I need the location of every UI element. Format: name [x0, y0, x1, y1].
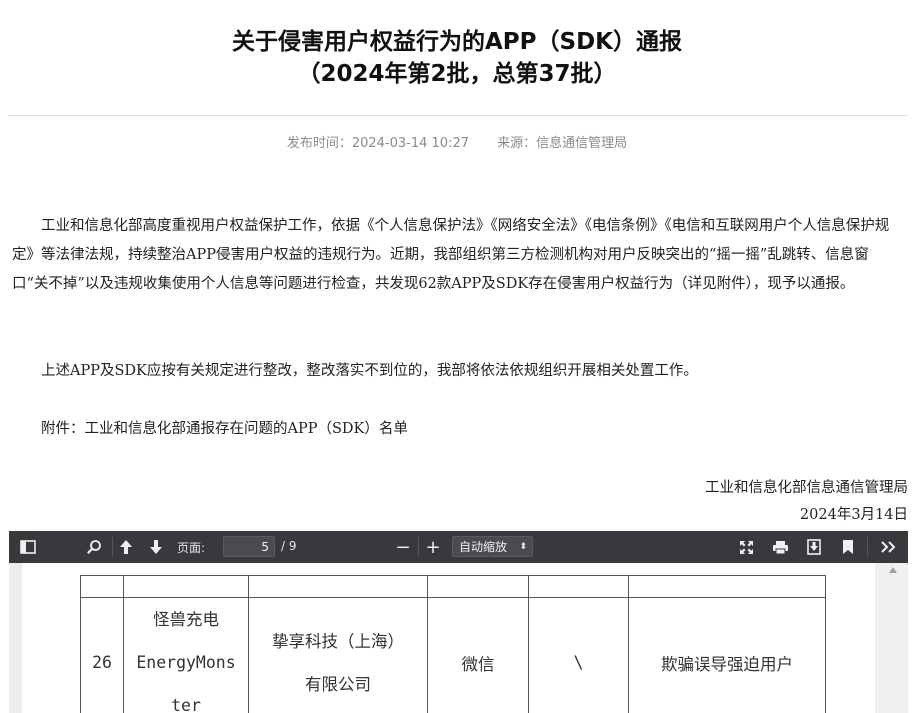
attachment-link[interactable]: 附件：工业和信息化部通报存在问题的APP（SDK）名单 [12, 415, 904, 444]
row-index: 26 [80, 597, 124, 713]
arrow-up-icon[interactable] [113, 531, 139, 563]
print-icon[interactable] [767, 531, 793, 563]
bookmark-icon[interactable] [835, 531, 861, 563]
zoom-out-button[interactable]: − [391, 531, 415, 563]
vertical-scrollbar[interactable] [875, 563, 908, 713]
developer-cell: 挚享科技（上海） 有限公司 [248, 597, 428, 713]
platform-cell: 微信 [427, 597, 529, 713]
toolbar-separator [867, 537, 868, 557]
arrow-down-icon[interactable] [143, 531, 169, 563]
page-title: 关于侵害用户权益行为的APP（SDK）通报 （2024年第2批，总第37批） [0, 26, 914, 90]
signature-org: 工业和信息化部信息通信管理局 [705, 480, 908, 496]
version-cell: \ [528, 597, 629, 713]
developer-line: 挚享科技（上海） [272, 631, 404, 651]
page-number-input[interactable]: 5 [223, 536, 275, 557]
sidebar-toggle-icon[interactable] [15, 531, 41, 563]
table-row-previous [80, 575, 826, 598]
app-list-table: 26 怪兽充电 EnergyMons ter 挚享科技（上海） 有限公司 微信 … [80, 575, 826, 713]
app-name-line: EnergyMons [136, 653, 236, 672]
zoom-in-button[interactable]: + [421, 531, 445, 563]
more-tools-icon[interactable] [875, 531, 901, 563]
article-meta: 发布时间：2024-03-14 10:27 来源：信息通信管理局 [0, 132, 914, 151]
issue-cell: 欺骗误导强迫用户 [628, 597, 826, 713]
title-line-2: （2024年第2批，总第37批） [297, 61, 617, 87]
table-row: 26 怪兽充电 EnergyMons ter 挚享科技（上海） 有限公司 微信 … [80, 597, 826, 713]
app-name-cell: 怪兽充电 EnergyMons ter [123, 597, 249, 713]
app-name-line: 怪兽充电 [153, 610, 219, 629]
source-label: 来源：信息通信管理局 [497, 136, 628, 151]
pdf-page: 26 怪兽充电 EnergyMons ter 挚享科技（上海） 有限公司 微信 … [22, 563, 875, 713]
page-total: / 9 [281, 539, 297, 553]
zoom-select[interactable]: 自动缩放 ⬍ [452, 536, 533, 557]
pdf-viewer: 页面: 5 / 9 − + 自动缩放 ⬍ 26 怪兽充电 EnergyMons … [9, 531, 908, 713]
developer-line: 有限公司 [305, 674, 371, 694]
search-icon[interactable] [81, 531, 107, 563]
app-name-line: ter [171, 696, 201, 713]
title-line-1: 关于侵害用户权益行为的APP（SDK）通报 [232, 29, 682, 55]
toolbar-separator [418, 537, 419, 557]
paragraph-main: 工业和信息化部高度重视用户权益保护工作，依据《个人信息保护法》《网络安全法》《电… [12, 218, 890, 292]
fullscreen-icon[interactable] [733, 531, 759, 563]
pdf-toolbar: 页面: 5 / 9 − + 自动缩放 ⬍ [9, 531, 908, 563]
download-icon[interactable] [801, 531, 827, 563]
publish-time: 发布时间：2024-03-14 10:27 [286, 136, 469, 151]
title-divider [8, 115, 908, 116]
signature-date: 2024年3月14日 [799, 507, 908, 523]
zoom-select-value: 自动缩放 [459, 540, 508, 554]
scroll-up-icon[interactable] [889, 567, 897, 573]
paragraph-rectify: 上述APP及SDK应按有关规定进行整改，整改落实不到位的，我部将依法依规组织开展… [41, 363, 698, 379]
chevron-updown-icon: ⬍ [519, 542, 527, 552]
page-label: 页面: [177, 541, 206, 555]
